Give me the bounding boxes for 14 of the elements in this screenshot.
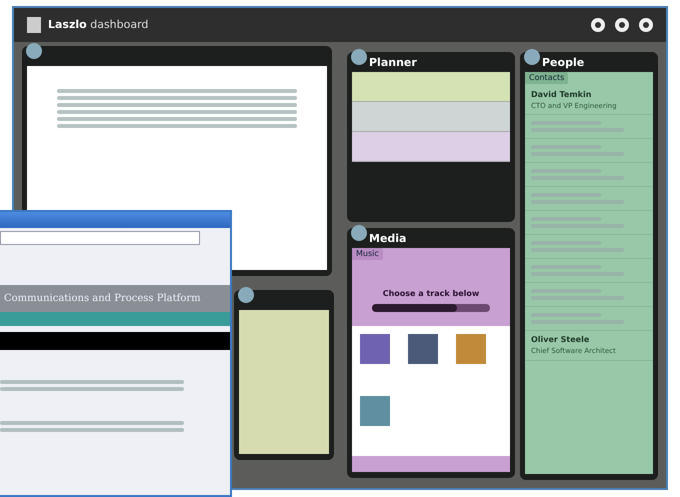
panel-orb-icon (350, 224, 368, 242)
panel-title: People (542, 55, 584, 71)
panel-orb-icon (350, 48, 368, 66)
site-banner: Communications and Process Platform (0, 285, 230, 312)
panel-orb-icon (25, 42, 43, 60)
track-prompt: Choose a track below (382, 288, 480, 300)
panel-title: Media (369, 231, 406, 247)
contacts-tab[interactable]: Contacts (525, 72, 568, 84)
panel-orb-icon (523, 48, 541, 66)
section-tab[interactable]: Music (352, 248, 383, 260)
panel-orb-icon (237, 286, 255, 304)
dashboard-logo: Laszlo dashboard (48, 16, 148, 33)
panel-title: Planner (369, 55, 417, 71)
logo-icon (26, 16, 42, 34)
